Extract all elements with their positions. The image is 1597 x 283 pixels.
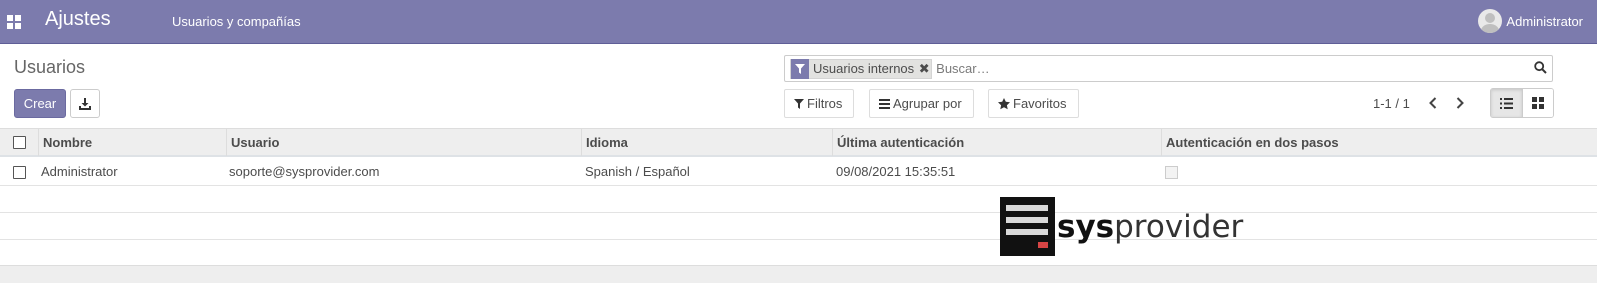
app-title[interactable]: Ajustes bbox=[45, 8, 111, 31]
select-all-checkbox[interactable] bbox=[12, 136, 26, 149]
facet-remove-icon[interactable]: ✖ bbox=[917, 61, 931, 77]
table-header: Nombre Usuario Idioma Última autenticaci… bbox=[0, 129, 1597, 157]
star-icon bbox=[998, 97, 1010, 109]
select-all-cell bbox=[0, 129, 38, 156]
group-by-button[interactable]: Agrupar por bbox=[869, 89, 974, 118]
cell-nombre: Administrator bbox=[41, 164, 118, 179]
bars-icon bbox=[879, 98, 890, 109]
group-by-label: Agrupar por bbox=[893, 96, 962, 111]
filter-icon bbox=[794, 98, 804, 109]
column-header-usuario[interactable]: Usuario bbox=[226, 129, 582, 156]
filters-label: Filtros bbox=[807, 96, 843, 111]
search-input[interactable] bbox=[936, 61, 1517, 76]
filters-button[interactable]: Filtros bbox=[784, 89, 854, 118]
cell-usuario: soporte@sysprovider.com bbox=[229, 164, 380, 179]
breadcrumb: Usuarios bbox=[14, 57, 86, 77]
favorites-label: Favoritos bbox=[1013, 96, 1067, 111]
cell-ultima-autenticacion: 09/08/2021 15:35:51 bbox=[836, 164, 956, 179]
favorites-button[interactable]: Favoritos bbox=[988, 89, 1079, 118]
sysprovider-logo-icon bbox=[1000, 197, 1055, 256]
pager-previous-icon[interactable] bbox=[1426, 96, 1440, 110]
table-footer bbox=[0, 265, 1597, 283]
empty-row bbox=[0, 213, 1597, 240]
kanban-icon bbox=[1531, 97, 1544, 109]
column-header-dos-pasos[interactable]: Autenticación en dos pasos bbox=[1161, 129, 1597, 156]
row-checkbox[interactable] bbox=[12, 165, 26, 179]
column-header-nombre[interactable]: Nombre bbox=[38, 129, 227, 156]
column-header-ultima-autenticacion[interactable]: Última autenticación bbox=[832, 129, 1162, 156]
users-table: Nombre Usuario Idioma Última autenticaci… bbox=[0, 128, 1597, 283]
view-switcher bbox=[1490, 88, 1554, 118]
top-navbar: Ajustes Usuarios y compañías Administrat… bbox=[0, 0, 1597, 44]
cell-idioma: Spanish / Español bbox=[585, 164, 690, 179]
list-icon bbox=[1499, 97, 1513, 109]
empty-row bbox=[0, 240, 1597, 267]
user-menu[interactable]: Administrator bbox=[1478, 9, 1583, 33]
two-step-checkbox bbox=[1165, 166, 1178, 179]
apps-menu-icon[interactable] bbox=[7, 15, 21, 29]
menu-users-companies[interactable]: Usuarios y compañías bbox=[172, 14, 301, 29]
kanban-view-button[interactable] bbox=[1521, 89, 1553, 117]
list-view-button[interactable] bbox=[1491, 89, 1522, 117]
export-button[interactable] bbox=[70, 89, 100, 118]
row-select-cell bbox=[0, 159, 38, 185]
search-bar: Usuarios internos ✖ bbox=[784, 55, 1553, 82]
download-icon bbox=[79, 97, 91, 110]
cell-dos-pasos bbox=[1162, 159, 1178, 185]
avatar bbox=[1478, 9, 1503, 33]
search-icon[interactable] bbox=[1534, 61, 1547, 77]
table-row[interactable]: Administrator soporte@sysprovider.com Sp… bbox=[0, 159, 1597, 186]
create-button[interactable]: Crear bbox=[14, 89, 66, 118]
pager-value[interactable]: 1-1 / 1 bbox=[1373, 96, 1410, 111]
search-facet: Usuarios internos ✖ bbox=[790, 58, 933, 79]
filter-icon bbox=[791, 58, 809, 79]
facet-label: Usuarios internos bbox=[813, 61, 915, 76]
empty-row bbox=[0, 186, 1597, 213]
watermark-text: sysprovider bbox=[1057, 208, 1244, 245]
sysprovider-watermark: sysprovider bbox=[1000, 197, 1243, 256]
column-header-idioma[interactable]: Idioma bbox=[581, 129, 833, 156]
user-name: Administrator bbox=[1506, 13, 1583, 29]
pager-next-icon[interactable] bbox=[1453, 96, 1467, 110]
